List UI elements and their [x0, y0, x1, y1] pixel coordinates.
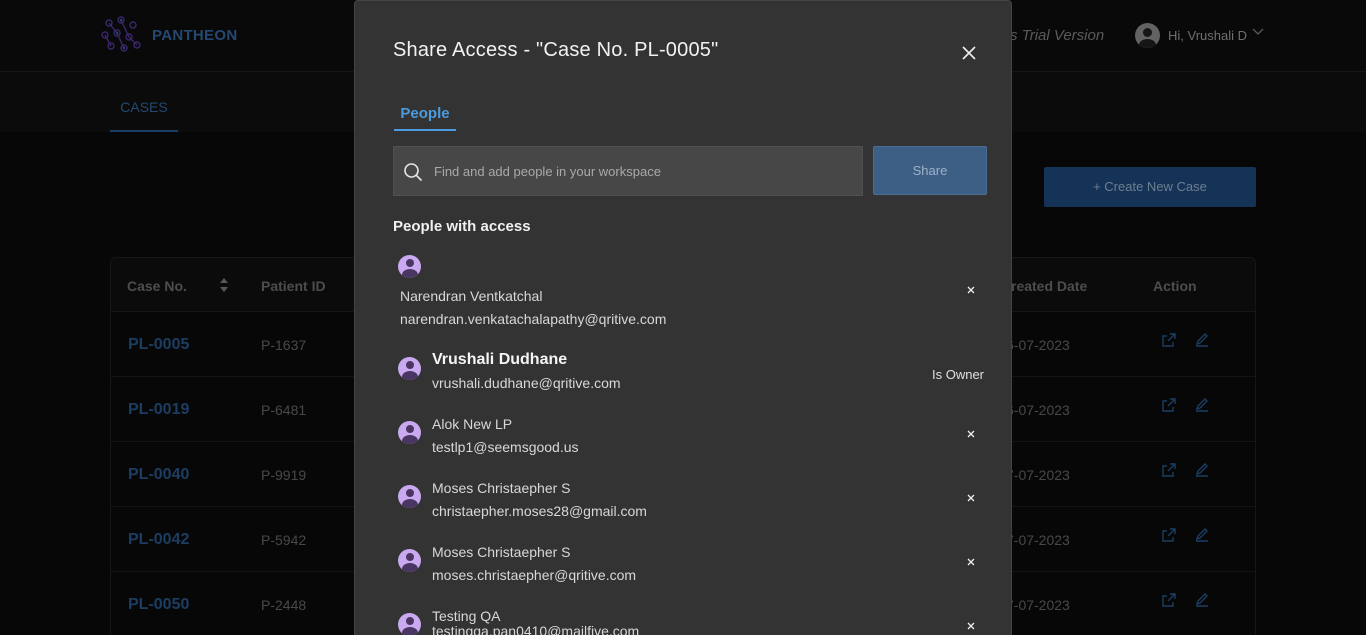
remove-access-icon[interactable] — [966, 493, 976, 503]
person-name: Moses Christaepher S — [432, 544, 571, 560]
remove-access-icon[interactable] — [966, 621, 976, 631]
tab-people[interactable]: People — [394, 105, 456, 131]
person-name: Alok New LP — [432, 416, 513, 432]
person-avatar-icon — [398, 357, 421, 380]
person-email: narendran.venkatachalapathy@qritive.com — [400, 311, 667, 327]
remove-access-icon[interactable] — [966, 285, 976, 295]
close-icon[interactable] — [961, 45, 977, 61]
person-avatar-icon — [398, 421, 421, 444]
person-name: Testing QA — [432, 608, 501, 624]
person-email: testingqa.pan0410@mailfive.com — [432, 623, 640, 635]
people-search-box — [393, 146, 863, 196]
owner-badge: Is Owner — [932, 367, 985, 382]
person-avatar-icon — [398, 255, 421, 278]
person-email: moses.christaepher@qritive.com — [432, 567, 637, 583]
remove-access-icon[interactable] — [966, 429, 976, 439]
people-search-input[interactable] — [434, 147, 854, 195]
person-avatar-icon — [398, 485, 421, 508]
person-name: Moses Christaepher S — [432, 480, 571, 496]
person-email: testlp1@seemsgood.us — [432, 439, 579, 455]
person-email: christaepher.moses28@gmail.com — [432, 503, 647, 519]
modal-title: Share Access - "Case No. PL-0005" — [393, 39, 719, 61]
people-with-access-heading: People with access — [393, 218, 531, 235]
search-icon — [404, 163, 423, 182]
share-access-modal: Share Access - "Case No. PL-0005" People… — [354, 0, 1012, 635]
person-name: Vrushali Dudhane — [432, 351, 568, 368]
share-button[interactable]: Share — [873, 146, 987, 195]
person-avatar-icon — [398, 549, 421, 572]
person-avatar-icon — [398, 613, 421, 635]
person-name: Narendran Ventkatchal — [400, 288, 543, 304]
remove-access-icon[interactable] — [966, 557, 976, 567]
person-email: vrushali.dudhane@qritive.com — [432, 375, 621, 391]
